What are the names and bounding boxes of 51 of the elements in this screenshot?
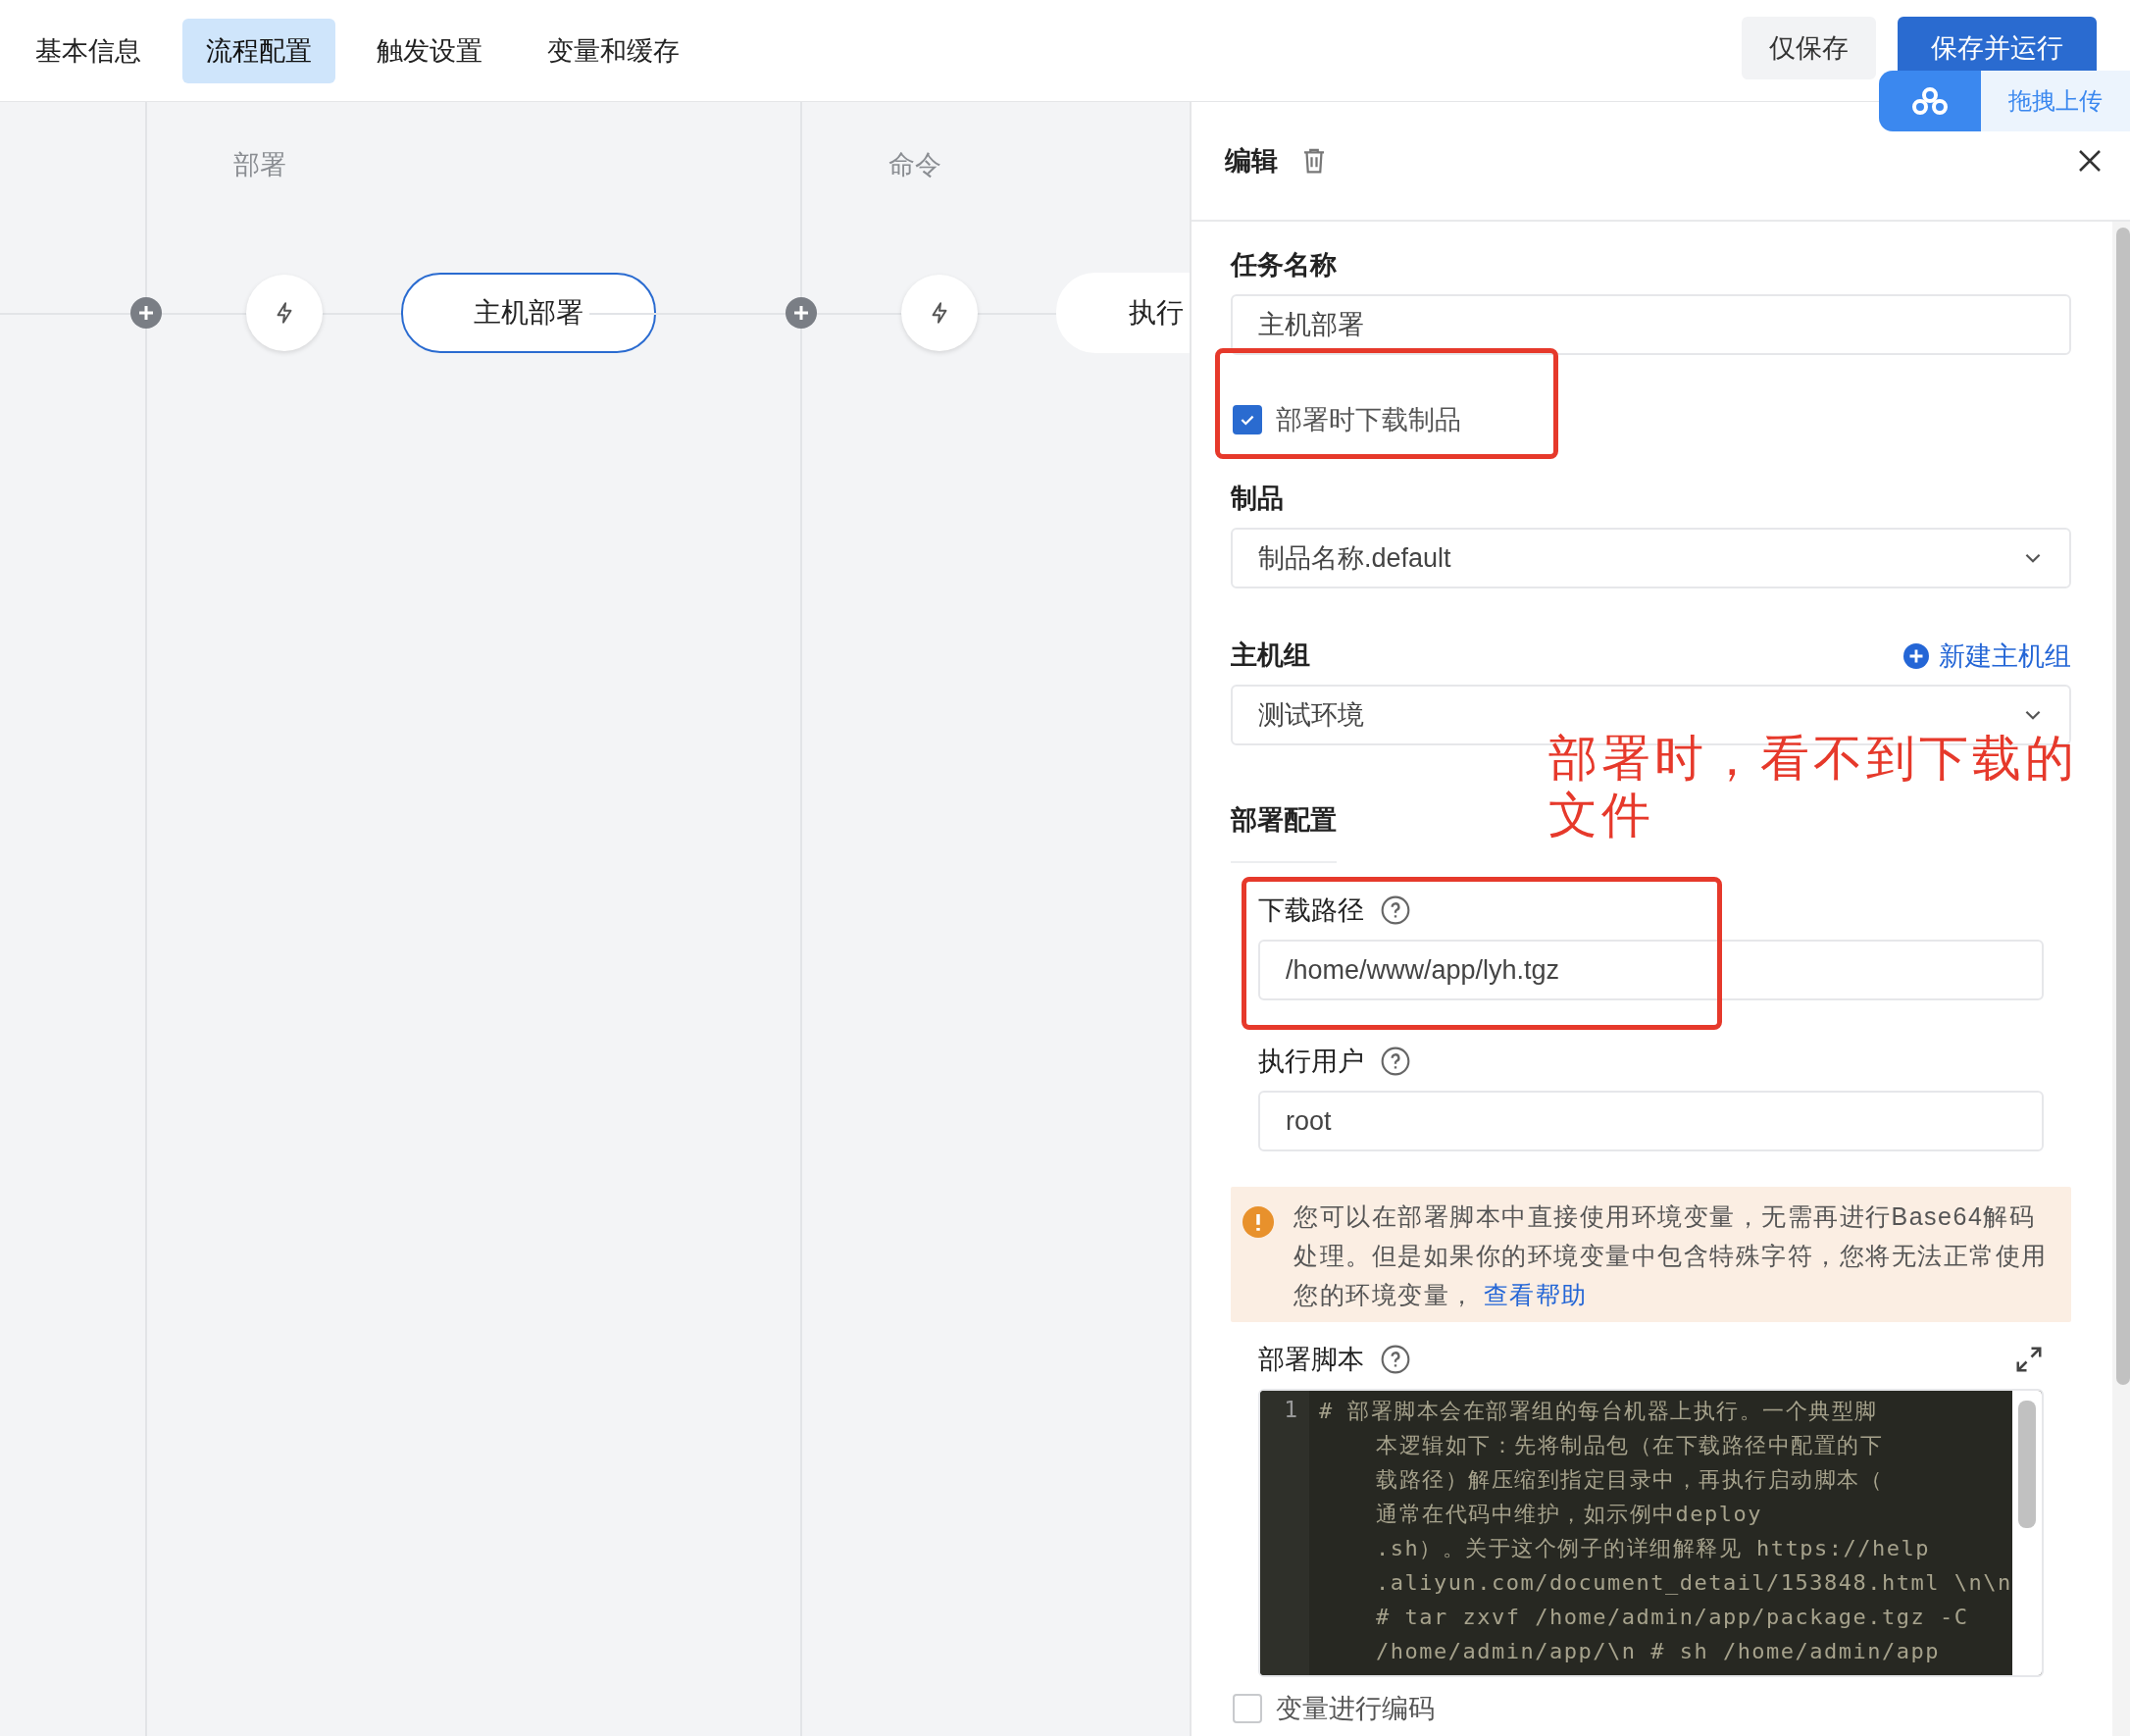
tab[interactable]: 基本信息 [12,18,165,83]
run-user-field[interactable]: root [1258,1091,2044,1151]
trigger-node[interactable] [246,275,323,351]
field-label: 下载路径 [1258,894,1364,927]
tab[interactable]: 流程配置 [182,18,335,83]
warning-icon [1242,1206,1274,1238]
code-line: 本逻辑如下：先将制品包（在下载路径中配置的下 [1375,1432,1884,1459]
field-label: 执行用户 [1258,1046,1364,1078]
help-icon[interactable] [1380,1344,1411,1375]
field-label: 制品 [1231,483,1285,515]
help-icon[interactable] [1380,894,1411,926]
task-node[interactable]: 执行 [1056,273,1190,353]
stage-title: 部署 [233,149,287,181]
code-line: 载路径）解压缩到指定目录中，再执行启动脚本（ [1375,1466,1884,1494]
section-title: 部署配置 [1231,802,1337,863]
checkbox-label: 部署时下载制品 [1276,404,1461,436]
checkbox[interactable] [1233,405,1262,434]
code-line: /home/admin/app/\n # sh /home/admin/app [1375,1638,1942,1665]
checkbox[interactable] [1233,1694,1262,1723]
code-line: 通常在代码中维护，如示例中deploy [1375,1501,1763,1528]
field-label: 主机组 [1231,639,1310,672]
tab[interactable]: 触发设置 [353,18,506,83]
new-host-group-link[interactable]: 新建主机组 [1902,638,2071,674]
task-name-field[interactable]: 主机部署 [1231,294,2071,355]
cloud-icon [1879,71,1981,131]
artifact-select[interactable]: 制品名称.default [1231,528,2071,588]
alert-text: 您可以在部署脚本中直接使用环境变量，无需再进行Base64解码处理。但是如果你的环境变量中包含特殊字符，您将无法正常使用您的环境变量， 查看帮助 [1293,1201,2049,1310]
save-button[interactable]: 仅保存 [1742,17,1876,79]
field-label: 任务名称 [1231,249,1338,281]
help-icon[interactable] [1380,1046,1411,1077]
scrollbar-thumb[interactable] [2115,228,2130,1385]
code-line: # 部署脚本会在部署组的每台机器上执行。一个典型脚 [1319,1398,1879,1425]
panel-title: 编辑 [1225,145,1278,178]
scrollbar-thumb[interactable] [2017,1401,2036,1528]
add-icon[interactable] [786,297,817,329]
code-line: .aliyun.com/document_detail/153848.html \n\n [1375,1569,2012,1597]
checkbox-label: 变量进行编码 [1276,1693,1435,1725]
add-icon[interactable] [130,297,162,329]
download-path-field[interactable]: /home/www/app/lyh.tgz [1258,940,2044,1000]
stage-title: 命令 [888,149,942,181]
task-node[interactable]: 主机部署 [401,273,656,353]
add-icon [1902,643,1929,669]
upload-label: 拖拽上传 [2007,86,2104,116]
code-line: .sh）。关于这个例子的详细解释见 https://help [1375,1535,1931,1562]
field-label: 部署脚本 [1258,1344,1364,1376]
trigger-node[interactable] [901,275,978,351]
tab[interactable]: 变量和缓存 [524,18,703,83]
line-number: 1 [1284,1397,1297,1422]
code-line: # tar zxvf /home/admin/app/package.tgz -C [1375,1604,1970,1631]
code-editor[interactable] [1258,1389,2044,1677]
help-link[interactable]: 查看帮助 [1483,1281,1588,1308]
